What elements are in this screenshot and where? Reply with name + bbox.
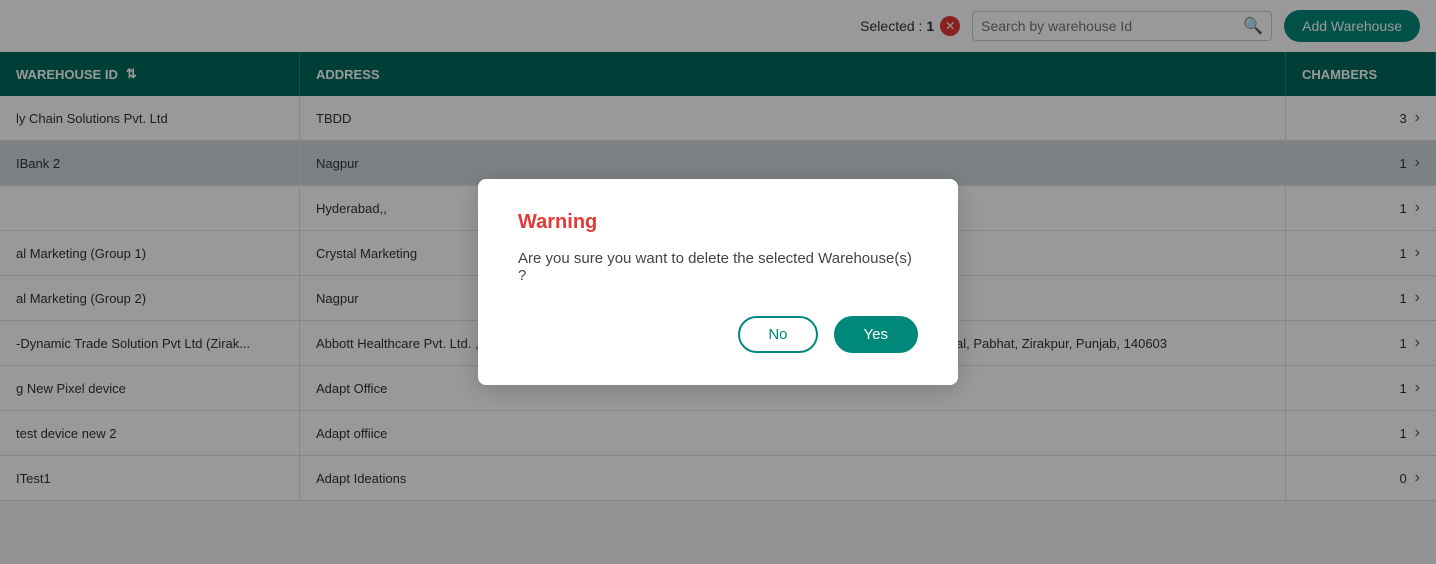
warning-modal: Warning Are you sure you want to delete …: [478, 179, 958, 385]
yes-button[interactable]: Yes: [834, 316, 918, 353]
modal-actions: No Yes: [518, 316, 918, 353]
modal-title: Warning: [518, 211, 918, 234]
modal-message: Are you sure you want to delete the sele…: [518, 250, 918, 284]
no-button[interactable]: No: [738, 316, 817, 353]
modal-overlay: Warning Are you sure you want to delete …: [0, 0, 1436, 564]
